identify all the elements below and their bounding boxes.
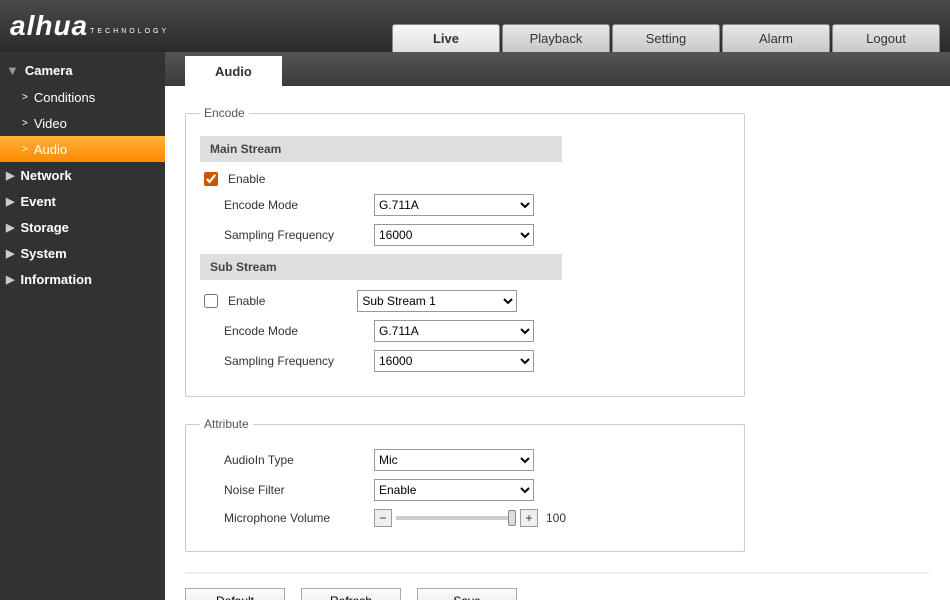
sub-enable-label: Enable [228, 294, 265, 308]
triangle-down-icon: ▼ [6, 63, 19, 78]
logo-subtext: TECHNOLOGY [90, 28, 169, 35]
sub-sampling-label: Sampling Frequency [200, 354, 350, 368]
audioin-label: AudioIn Type [200, 453, 350, 467]
triangle-right-icon: ▶ [6, 195, 14, 208]
chevron-right-icon: > [22, 92, 28, 103]
tab-audio[interactable]: Audio [185, 56, 282, 86]
attribute-legend: Attribute [200, 417, 253, 431]
nav-logout[interactable]: Logout [832, 24, 940, 52]
sub-sampling-row: Sampling Frequency 16000 [200, 350, 730, 372]
main-sampling-label: Sampling Frequency [200, 228, 350, 242]
logo: alhua TECHNOLOGY [10, 10, 169, 42]
sub-encode-mode-label: Encode Mode [200, 324, 350, 338]
header: alhua TECHNOLOGY Live Playback Setting A… [0, 0, 950, 52]
minus-icon: − [379, 511, 386, 525]
sidebar-label: Audio [34, 142, 67, 157]
triangle-right-icon: ▶ [6, 247, 14, 260]
volume-slider[interactable] [396, 516, 516, 520]
main-enable-row: Enable [200, 172, 730, 186]
noise-row: Noise Filter Enable [200, 479, 730, 501]
sidebar-label: Network [20, 168, 71, 183]
sidebar-item-camera[interactable]: ▼ Camera [0, 56, 165, 84]
content: Encode Main Stream Enable Encode Mode G.… [165, 86, 950, 600]
divider [185, 572, 929, 574]
logo-text: alhua [10, 10, 88, 42]
volume-minus-button[interactable]: − [374, 509, 392, 527]
triangle-right-icon: ▶ [6, 221, 14, 234]
attribute-fieldset: Attribute AudioIn Type Mic Noise Filter … [185, 417, 745, 552]
main-enable-checkbox[interactable] [204, 172, 218, 186]
sidebar-item-audio[interactable]: > Audio [0, 136, 165, 162]
volume-value: 100 [546, 511, 566, 525]
sidebar-item-video[interactable]: > Video [0, 110, 165, 136]
main-encode-mode-select[interactable]: G.711A [374, 194, 534, 216]
sidebar: ▼ Camera > Conditions > Video > Audio ▶ … [0, 52, 165, 600]
refresh-button[interactable]: Refresh [301, 588, 401, 600]
main-sampling-select[interactable]: 16000 [374, 224, 534, 246]
sub-encode-mode-row: Encode Mode G.711A [200, 320, 730, 342]
triangle-right-icon: ▶ [6, 273, 14, 286]
sidebar-item-storage[interactable]: ▶ Storage [0, 214, 165, 240]
volume-plus-button[interactable]: + [520, 509, 538, 527]
save-button[interactable]: Save [417, 588, 517, 600]
sidebar-item-information[interactable]: ▶ Information [0, 266, 165, 292]
sub-enable-checkbox[interactable] [204, 294, 218, 308]
sidebar-label: Conditions [34, 90, 95, 105]
button-row: Default Refresh Save [185, 588, 930, 600]
main-panel: Audio Encode Main Stream Enable Encode M… [165, 52, 950, 600]
chevron-right-icon: > [22, 118, 28, 129]
sidebar-item-system[interactable]: ▶ System [0, 240, 165, 266]
mic-volume-row: Microphone Volume − + 100 [200, 509, 730, 527]
sub-stream-select[interactable]: Sub Stream 1 [357, 290, 517, 312]
main-encode-mode-row: Encode Mode G.711A [200, 194, 730, 216]
main-encode-mode-label: Encode Mode [200, 198, 350, 212]
nav-live[interactable]: Live [392, 24, 500, 52]
noise-label: Noise Filter [200, 483, 350, 497]
sub-sampling-select[interactable]: 16000 [374, 350, 534, 372]
sub-enable-row: Enable Sub Stream 1 [200, 290, 730, 312]
sub-stream-header: Sub Stream [200, 254, 562, 280]
default-button[interactable]: Default [185, 588, 285, 600]
sidebar-label: Event [20, 194, 55, 209]
nav-setting[interactable]: Setting [612, 24, 720, 52]
sidebar-label: Video [34, 116, 67, 131]
top-nav: Live Playback Setting Alarm Logout [392, 24, 940, 52]
main-enable-label: Enable [228, 172, 265, 186]
sub-encode-mode-select[interactable]: G.711A [374, 320, 534, 342]
sidebar-item-network[interactable]: ▶ Network [0, 162, 165, 188]
audioin-select[interactable]: Mic [374, 449, 534, 471]
audioin-row: AudioIn Type Mic [200, 449, 730, 471]
main-stream-header: Main Stream [200, 136, 562, 162]
sidebar-label: Camera [25, 63, 73, 78]
noise-select[interactable]: Enable [374, 479, 534, 501]
tab-bar: Audio [165, 52, 950, 86]
nav-alarm[interactable]: Alarm [722, 24, 830, 52]
sidebar-item-conditions[interactable]: > Conditions [0, 84, 165, 110]
sidebar-label: Information [20, 272, 92, 287]
plus-icon: + [525, 511, 532, 525]
slider-thumb[interactable] [508, 510, 516, 526]
sidebar-label: Storage [20, 220, 68, 235]
nav-playback[interactable]: Playback [502, 24, 610, 52]
encode-fieldset: Encode Main Stream Enable Encode Mode G.… [185, 106, 745, 397]
chevron-right-icon: > [22, 144, 28, 155]
sidebar-item-event[interactable]: ▶ Event [0, 188, 165, 214]
sidebar-label: System [20, 246, 66, 261]
main-sampling-row: Sampling Frequency 16000 [200, 224, 730, 246]
mic-volume-label: Microphone Volume [200, 511, 350, 525]
encode-legend: Encode [200, 106, 249, 120]
triangle-right-icon: ▶ [6, 169, 14, 182]
